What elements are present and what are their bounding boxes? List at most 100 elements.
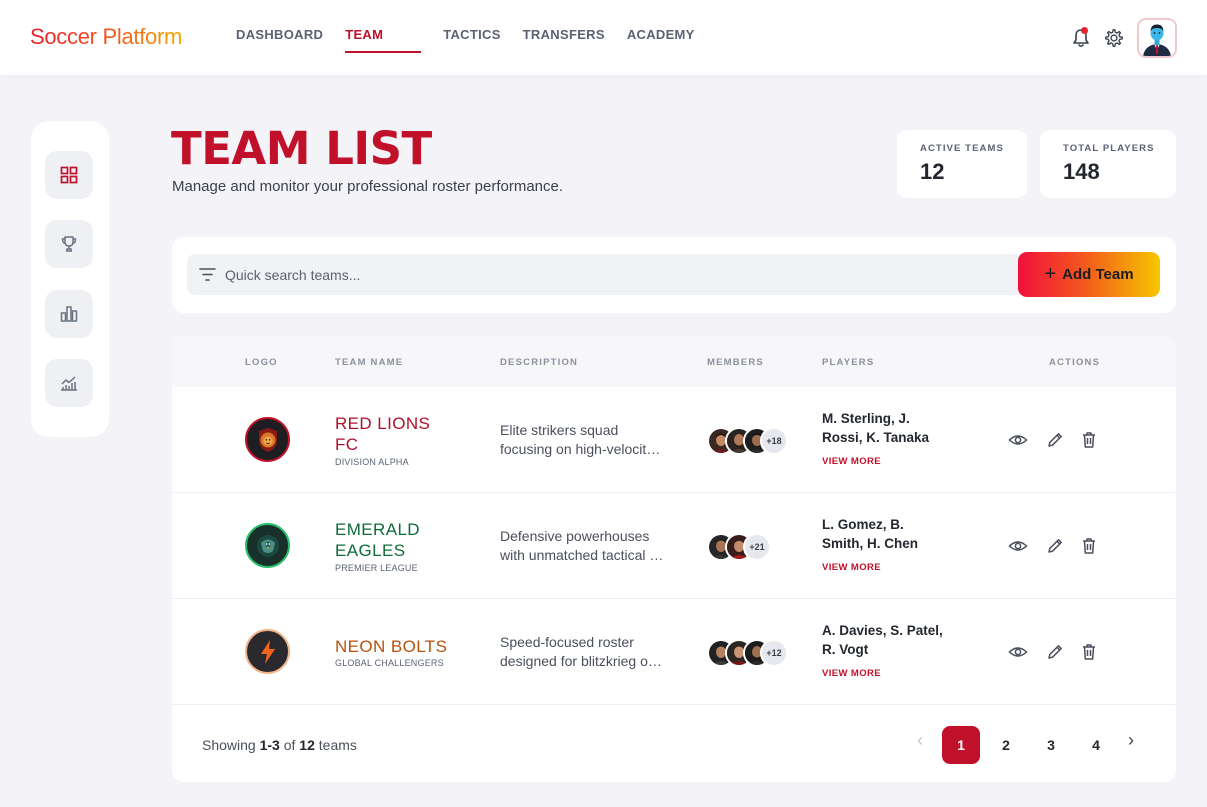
team-name-line1: NEON BOLTS [335, 637, 448, 656]
stat-total-players-label: TOTAL PLAYERS [1063, 143, 1155, 154]
team-name[interactable]: NEON BOLTS [335, 636, 475, 657]
nav-team[interactable]: TEAM [345, 27, 422, 53]
view-more-link[interactable]: VIEW MORE [822, 668, 881, 679]
description-line1: Defensive powerhouses [500, 528, 650, 544]
team-league: DIVISION ALPHA [335, 457, 409, 467]
col-players: PLAYERS [822, 357, 875, 368]
search-box [187, 254, 1027, 295]
view-eye-icon[interactable] [1008, 536, 1028, 556]
sidebar-item-trophies[interactable] [45, 220, 93, 268]
col-description: DESCRIPTION [500, 357, 579, 368]
sidebar [31, 121, 109, 437]
col-team-name: TEAM NAME [335, 357, 404, 368]
avatar-image [1139, 20, 1175, 56]
table-row[interactable]: RED LIONS FC DIVISION ALPHA Elite strike… [172, 387, 1176, 493]
page-button-2[interactable]: 2 [987, 726, 1025, 764]
view-eye-icon[interactable] [1008, 430, 1028, 450]
page-title: TEAM LIST [171, 122, 432, 175]
players-line2: Smith, H. Chen [822, 536, 919, 551]
member-count-badge: +12 [760, 639, 788, 667]
page-button-3[interactable]: 3 [1032, 726, 1070, 764]
filter-icon[interactable] [199, 266, 216, 283]
member-count-badge: +18 [760, 427, 788, 455]
team-name-line2: FC [335, 435, 359, 454]
lion-crest-icon [258, 427, 277, 452]
description-line2: designed for blitzkrieg offense [500, 653, 665, 669]
team-name[interactable]: EMERALD EAGLES [335, 519, 475, 561]
players-line1: M. Sterling, J. [822, 411, 910, 426]
stat-active-teams: ACTIVE TEAMS 12 [897, 130, 1027, 198]
bar-chart-icon [60, 306, 78, 322]
line-chart-icon [61, 376, 77, 391]
top-bar: Soccer Platform DASHBOARD TEAM TACTICS T… [0, 0, 1207, 75]
main-nav: DASHBOARD TEAM TACTICS TRANSFERS ACADEMY [236, 27, 717, 53]
member-count-badge: +21 [743, 533, 771, 561]
search-input[interactable] [225, 254, 1015, 295]
description-line1: Speed-focused roster [500, 634, 634, 650]
sidebar-item-analytics[interactable] [45, 359, 93, 407]
team-table: LOGO TEAM NAME DESCRIPTION MEMBERS PLAYE… [172, 336, 1176, 782]
view-eye-icon[interactable] [1008, 642, 1028, 662]
description-line2: focusing on high-velocity attack [500, 441, 665, 457]
table-row[interactable]: NEON BOLTS GLOBAL CHALLENGERS Speed-focu… [172, 599, 1176, 705]
team-league: PREMIER LEAGUE [335, 563, 418, 573]
eagle-crest-icon [256, 534, 279, 557]
next-page-chevron-icon[interactable]: › [1128, 730, 1134, 751]
page-button-1[interactable]: 1 [942, 726, 980, 764]
showing-total: 12 [299, 737, 315, 753]
edit-pencil-icon[interactable] [1045, 642, 1065, 662]
view-more-link[interactable]: VIEW MORE [822, 456, 881, 467]
team-logo [245, 523, 290, 568]
team-name-line2: EAGLES [335, 541, 406, 560]
nav-tactics[interactable]: TACTICS [443, 27, 500, 53]
notification-dot [1081, 27, 1088, 34]
team-logo [245, 629, 290, 674]
col-members: MEMBERS [707, 357, 764, 368]
plus-icon: + [1044, 262, 1057, 285]
prev-page-chevron-icon[interactable]: ‹ [917, 730, 923, 751]
sidebar-item-dashboard[interactable] [45, 151, 93, 199]
nav-academy[interactable]: ACADEMY [627, 27, 695, 53]
player-list: M. Sterling, J. Rossi, K. Tanaka [822, 409, 972, 447]
page-button-4[interactable]: 4 [1077, 726, 1115, 764]
showing-suffix: teams [318, 737, 357, 753]
stat-total-players: TOTAL PLAYERS 148 [1040, 130, 1176, 198]
brand-logo[interactable]: Soccer Platform [30, 24, 182, 50]
showing-of: of [283, 737, 296, 753]
team-name-line1: EMERALD [335, 520, 420, 539]
view-more-link[interactable]: VIEW MORE [822, 562, 881, 573]
table-row[interactable]: EMERALD EAGLES PREMIER LEAGUE Defensive … [172, 493, 1176, 599]
stat-active-teams-value: 12 [920, 159, 945, 184]
settings-gear-icon[interactable] [1103, 27, 1125, 49]
players-line2: Rossi, K. Tanaka [822, 430, 930, 445]
grid-icon [60, 166, 78, 184]
lightning-bolt-icon [260, 639, 275, 664]
description-line2: with unmatched tactical discipline [500, 547, 665, 563]
players-line1: L. Gomez, B. [822, 517, 904, 532]
col-actions: ACTIONS [1049, 357, 1101, 368]
delete-trash-icon[interactable] [1079, 536, 1099, 556]
add-team-button[interactable]: + Add Team [1018, 252, 1160, 297]
team-league: GLOBAL CHALLENGERS [335, 658, 444, 668]
sidebar-item-stats[interactable] [45, 290, 93, 338]
user-avatar[interactable] [1137, 18, 1177, 58]
team-name[interactable]: RED LIONS FC [335, 413, 475, 455]
team-description: Defensive powerhouses with unmatched tac… [500, 527, 670, 565]
showing-range: 1-3 [259, 737, 280, 753]
delete-trash-icon[interactable] [1079, 430, 1099, 450]
trophy-icon [61, 236, 77, 252]
edit-pencil-icon[interactable] [1045, 430, 1065, 450]
players-line1: A. Davies, S. Patel, [822, 623, 943, 638]
page-subtitle: Manage and monitor your professional ros… [172, 178, 564, 195]
team-logo [245, 417, 290, 462]
edit-pencil-icon[interactable] [1045, 536, 1065, 556]
table-header: LOGO TEAM NAME DESCRIPTION MEMBERS PLAYE… [172, 336, 1176, 387]
nav-dashboard[interactable]: DASHBOARD [236, 27, 323, 53]
pagination-summary: Showing 1-3 of 12 teams [202, 737, 357, 753]
player-list: L. Gomez, B. Smith, H. Chen [822, 515, 972, 553]
description-line1: Elite strikers squad [500, 422, 619, 438]
col-logo: LOGO [245, 357, 278, 368]
team-description: Speed-focused roster designed for blitzk… [500, 633, 670, 671]
nav-transfers[interactable]: TRANSFERS [523, 27, 605, 53]
delete-trash-icon[interactable] [1079, 642, 1099, 662]
